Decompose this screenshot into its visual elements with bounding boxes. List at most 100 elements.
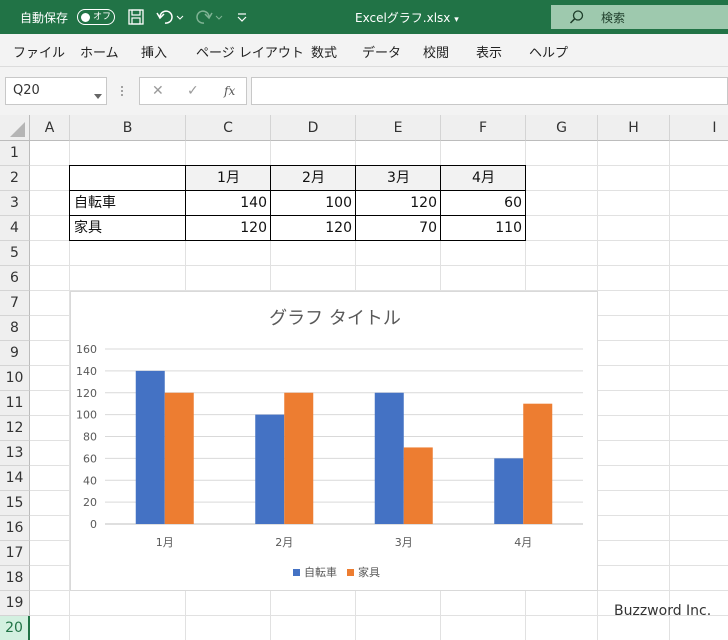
- row-header-4[interactable]: 4: [0, 216, 30, 241]
- redo-icon[interactable]: [195, 8, 225, 30]
- tab-home[interactable]: ホーム: [80, 42, 119, 61]
- table-header-cell[interactable]: 1月: [186, 166, 271, 191]
- row-header-15[interactable]: 15: [0, 491, 30, 516]
- bar-bicycle: [494, 458, 524, 524]
- select-all-corner[interactable]: [0, 115, 30, 141]
- legend-item-furniture[interactable]: 家具: [347, 564, 380, 580]
- y-tick-label: 100: [76, 409, 97, 422]
- table-header-cell[interactable]: 2月: [271, 166, 356, 191]
- chart-plot: 0 20 40 60 80 100 120 140 160 1月 2月 3月 4月: [76, 343, 583, 549]
- table-border: [69, 165, 526, 166]
- row-header-2[interactable]: 2: [0, 166, 30, 191]
- tab-review[interactable]: 校閲: [423, 42, 449, 61]
- name-box[interactable]: Q20: [5, 77, 107, 105]
- row-header-13[interactable]: 13: [0, 441, 30, 466]
- tab-view[interactable]: 表示: [476, 42, 502, 61]
- x-tick-label: 3月: [395, 536, 413, 549]
- table-cell[interactable]: 140: [186, 191, 271, 216]
- y-tick-label: 40: [83, 474, 97, 487]
- row-header-8[interactable]: 8: [0, 316, 30, 341]
- column-header-b[interactable]: B: [70, 115, 186, 141]
- row-header-3[interactable]: 3: [0, 191, 30, 216]
- row-header-20[interactable]: 20: [0, 616, 30, 640]
- table-cell[interactable]: 120: [356, 191, 441, 216]
- row-header-18[interactable]: 18: [0, 566, 30, 591]
- table-border: [270, 165, 271, 241]
- tab-page-layout[interactable]: ページ レイアウト: [196, 42, 304, 61]
- search-icon: [569, 9, 585, 29]
- bar-furniture: [523, 403, 553, 524]
- table-border: [69, 190, 526, 191]
- autosave-label: 自動保存: [20, 11, 69, 25]
- insert-function-icon[interactable]: fx: [224, 84, 235, 98]
- column-header-f[interactable]: F: [441, 115, 526, 141]
- customize-toolbar-icon[interactable]: [236, 8, 248, 30]
- y-tick-label: 0: [90, 518, 97, 531]
- table-cell[interactable]: 110: [441, 216, 526, 241]
- row-header-5[interactable]: 5: [0, 241, 30, 266]
- row-header-17[interactable]: 17: [0, 541, 30, 566]
- row-header-14[interactable]: 14: [0, 466, 30, 491]
- column-header-i[interactable]: I: [670, 115, 728, 141]
- grip-icon[interactable]: [118, 82, 126, 100]
- chart[interactable]: グラフ タイトル 0 20 40 60 80 100 120 140 160 1月 2月 3月 4月 自…: [70, 291, 598, 591]
- autosave-toggle[interactable]: オフ: [77, 9, 115, 25]
- y-tick-label: 20: [83, 496, 97, 509]
- formula-buttons: ✕ ✓ fx: [139, 77, 247, 105]
- table-header-cell[interactable]: [70, 166, 186, 191]
- file-name-text: Excelグラフ.xlsx: [355, 11, 451, 25]
- bar-furniture: [164, 392, 194, 524]
- x-tick-label: 4月: [514, 536, 532, 549]
- name-box-value: Q20: [13, 83, 40, 98]
- bar-bicycle: [135, 370, 165, 524]
- bar-furniture: [403, 447, 433, 524]
- enter-icon[interactable]: ✓: [187, 83, 199, 99]
- save-icon[interactable]: [127, 8, 145, 30]
- table-border: [69, 215, 526, 216]
- table-header-cell[interactable]: 4月: [441, 166, 526, 191]
- table-row-label[interactable]: 家具: [70, 216, 186, 241]
- file-name[interactable]: Excelグラフ.xlsx ▾: [355, 9, 459, 26]
- table-border: [440, 165, 441, 241]
- table-cell[interactable]: 70: [356, 216, 441, 241]
- table-border: [355, 165, 356, 241]
- tab-file[interactable]: ファイル: [13, 42, 65, 61]
- row-header-10[interactable]: 10: [0, 366, 30, 391]
- column-header-d[interactable]: D: [271, 115, 356, 141]
- chevron-down-icon[interactable]: [94, 89, 102, 104]
- table-border: [69, 165, 70, 241]
- cancel-icon[interactable]: ✕: [152, 83, 164, 99]
- column-header-e[interactable]: E: [356, 115, 441, 141]
- column-header-c[interactable]: C: [186, 115, 271, 141]
- row-header-6[interactable]: 6: [0, 266, 30, 291]
- undo-icon[interactable]: [156, 8, 186, 30]
- column-header-h[interactable]: H: [598, 115, 670, 141]
- row-header-9[interactable]: 9: [0, 341, 30, 366]
- table-cell[interactable]: 120: [271, 216, 356, 241]
- table-row-label[interactable]: 自転車: [70, 191, 186, 216]
- chevron-down-icon: ▾: [454, 15, 459, 25]
- tab-insert[interactable]: 挿入: [141, 42, 167, 61]
- column-header-a[interactable]: A: [30, 115, 70, 141]
- formula-input[interactable]: [251, 77, 728, 105]
- row-header-7[interactable]: 7: [0, 291, 30, 316]
- tab-formulas[interactable]: 数式: [311, 42, 337, 61]
- table-cell[interactable]: 100: [271, 191, 356, 216]
- legend-swatch: [293, 569, 300, 576]
- y-tick-label: 60: [83, 452, 97, 465]
- table-cell[interactable]: 120: [186, 216, 271, 241]
- tab-data[interactable]: データ: [362, 42, 401, 61]
- search-box[interactable]: 検索: [551, 5, 728, 29]
- table-border: [185, 165, 186, 241]
- toggle-knob: [81, 12, 90, 22]
- row-header-1[interactable]: 1: [0, 141, 30, 166]
- row-header-19[interactable]: 19: [0, 591, 30, 616]
- table-cell[interactable]: 60: [441, 191, 526, 216]
- row-header-16[interactable]: 16: [0, 516, 30, 541]
- tab-help[interactable]: ヘルプ: [529, 42, 568, 61]
- table-header-cell[interactable]: 3月: [356, 166, 441, 191]
- row-header-11[interactable]: 11: [0, 391, 30, 416]
- column-header-g[interactable]: G: [526, 115, 598, 141]
- row-header-12[interactable]: 12: [0, 416, 30, 441]
- legend-item-bicycle[interactable]: 自転車: [293, 564, 337, 580]
